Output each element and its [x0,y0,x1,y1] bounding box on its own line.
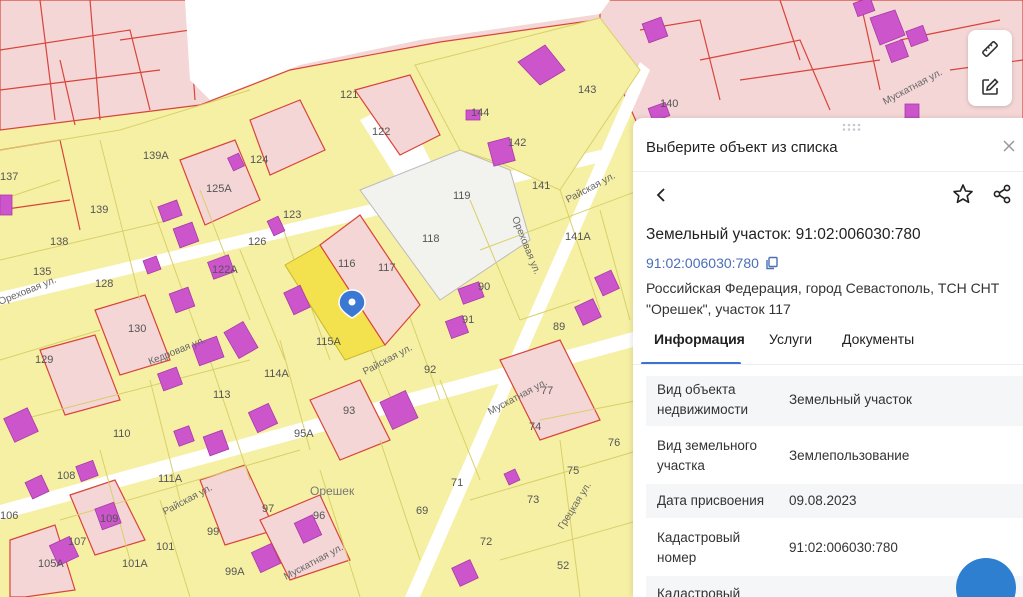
parcel-label: 107 [68,536,86,548]
panel-title: Выберите объект из списка [646,139,838,156]
parcel-label: 99A [225,566,245,578]
edit-button[interactable] [968,68,1012,106]
parcel-label: 125A [206,183,232,195]
parcel-label: 90 [478,281,490,293]
parcel-label: 122 [372,126,390,138]
address: Российская Федерация, город Севастополь,… [646,278,1016,320]
parcel-label: 114A [264,368,290,380]
table-row: Вид объекта недвижимости Земельный участ… [646,376,1023,426]
parcel-label: 89 [553,321,565,333]
parcel-label: 137 [0,171,18,183]
parcel-label: 75 [567,465,579,477]
table-row: Вид земельного участка Землепользование [646,430,1023,480]
row-key-line: участка [657,458,705,473]
cadastral-number-link[interactable]: 91:02:006030:780 [646,255,759,271]
row-value: 91:02:006030:780 [789,540,898,555]
tabs-divider [633,364,1023,365]
area-label-oreshek: Орешек [310,484,355,498]
favorite-star-icon[interactable] [951,182,975,206]
parcel-label: 128 [95,278,113,290]
edit-note-icon [982,78,999,95]
row-key-line: Вид земельного [657,438,758,453]
tab-info[interactable]: Информация [654,331,745,347]
parcel-label: 121 [340,89,358,101]
row-value: Землепользование [789,448,910,463]
parcel-label: 139A [143,150,169,162]
parcel-label: 96 [313,510,325,522]
row-value: 09.08.2023 [789,493,857,508]
parcel-label: 72 [480,536,492,548]
object-title: Земельный участок: 91:02:006030:780 [646,226,921,243]
parcel-label: 101A [122,558,148,570]
parcel-label: 109 [100,513,118,525]
row-key-line: недвижимости [657,402,749,417]
parcel-label: 142 [508,137,526,149]
tab-services[interactable]: Услуги [769,331,812,347]
parcel-label: 76 [608,437,620,449]
parcel-label: 140 [660,98,678,110]
parcel-label: 92 [424,364,436,376]
row-key: Вид объекта недвижимости [657,380,748,420]
parcel-label: 141A [565,231,591,243]
parcel-label: 113 [213,389,231,401]
parcel-label: 126 [248,236,266,248]
parcel-label: 124 [250,154,268,166]
parcel-label: 144 [471,107,489,119]
row-key-line: Вид объекта [657,382,736,397]
parcel-label: 116 [338,258,356,270]
parcel-label: 123 [283,209,301,221]
divider [633,171,1023,172]
row-value: Земельный участок [789,392,912,407]
parcel-label: 143 [578,84,596,96]
parcel-label: 139 [90,204,108,216]
parcel-label: 106 [0,510,18,522]
parcel-label: 91 [462,314,474,326]
parcel-label: 108 [57,470,75,482]
parcel-label: 130 [128,323,146,335]
parcel-label: 117 [378,262,396,274]
parcel-label: 141 [532,180,550,192]
row-key: Дата присвоения [657,493,765,508]
parcel-label: 97 [262,503,274,515]
address-line-2: "Орешек", участок 117 [646,301,791,317]
parcel-label: 93 [343,405,355,417]
parcel-label: 71 [451,477,463,489]
parcel-label: 74 [529,421,541,433]
map-toolbar [968,30,1012,106]
address-line-1: Российская Федерация, город Севастополь,… [646,280,1000,296]
ruler-icon [982,41,998,57]
parcel-label: 111A [158,473,183,485]
row-key-line: номер [657,550,697,565]
parcel-label: 122A [212,264,238,276]
table-row: Дата присвоения 09.08.2023 [646,484,1023,518]
row-key: Кадастровый номер [657,528,740,568]
drag-handle-icon[interactable] [841,122,861,132]
row-key: Кадастровый [657,586,741,597]
parcel-label: 52 [557,560,569,572]
parcel-label: 110 [113,428,131,440]
share-icon[interactable] [990,182,1014,206]
parcel-label: 95A [294,428,314,440]
row-key-line: Кадастровый [657,530,741,545]
parcel-label: 101 [156,541,174,553]
parcel-label: 105A [38,558,64,570]
parcel-label: 69 [416,505,428,517]
parcel-label: 118 [422,233,440,245]
parcel-label: 119 [453,190,471,202]
tab-documents[interactable]: Документы [842,331,914,347]
row-key: Вид земельного участка [657,436,757,476]
parcel-label: 138 [50,236,68,248]
copy-icon[interactable] [765,256,779,270]
ruler-button[interactable] [968,30,1012,68]
parcel-label: 129 [35,354,53,366]
parcel-label: 99 [207,526,219,538]
parcel-label: 73 [527,494,539,506]
parcel-label: 115A [316,336,342,348]
close-icon[interactable] [1001,138,1017,154]
back-arrow-icon[interactable] [651,184,673,206]
info-panel: Выберите объект из списка Земельный учас… [633,118,1023,597]
